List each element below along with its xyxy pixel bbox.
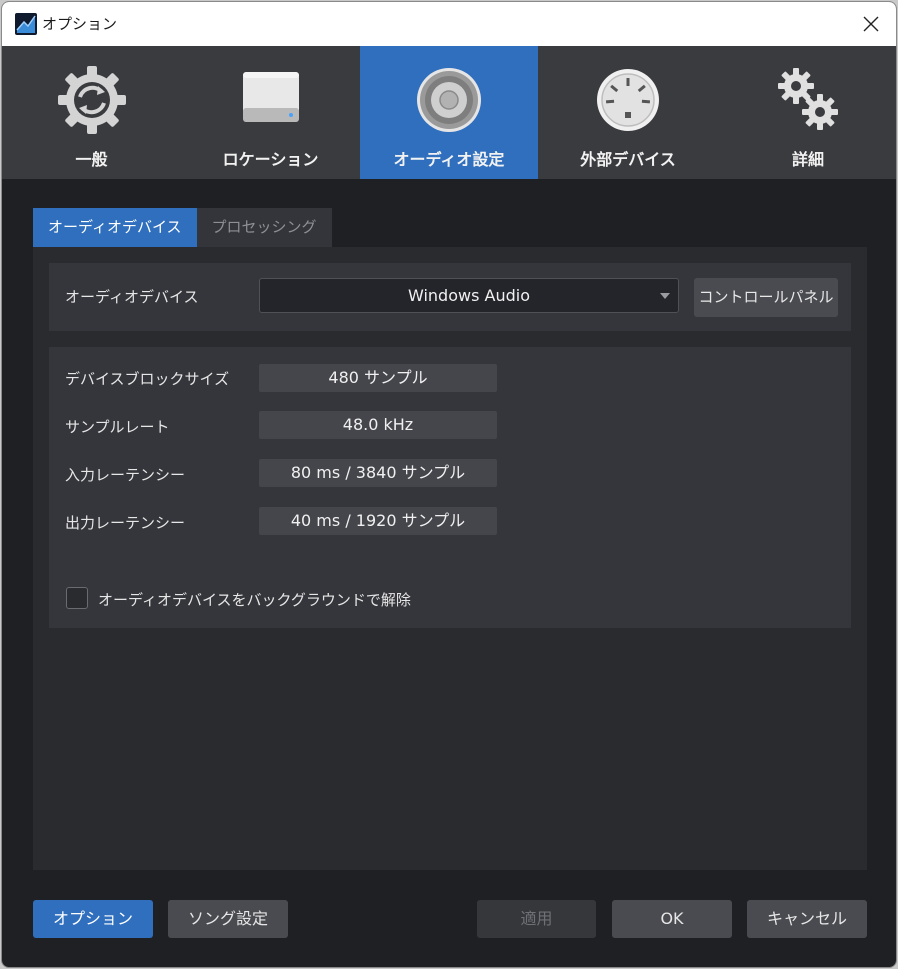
category-label: 一般 [75, 150, 108, 169]
category-advanced[interactable]: 詳細 [718, 46, 896, 179]
category-external-devices[interactable]: 外部デバイス [538, 46, 718, 179]
sample-rate-label: サンプルレート [65, 418, 170, 436]
input-latency-label: 入力レーテンシー [65, 466, 186, 484]
category-label: 詳細 [791, 150, 824, 169]
audio-device-panel: オーディオデバイス Windows Audio コントロールパネル デバイスブロ… [33, 247, 867, 870]
category-label: オーディオ設定 [393, 150, 505, 169]
device-info-group: デバイスブロックサイズ 480 サンプル サンプルレート 48.0 kHz 入力… [49, 347, 851, 628]
app-logo-icon [15, 13, 37, 35]
block-size-label: デバイスブロックサイズ [65, 370, 230, 388]
category-audio-settings[interactable]: オーディオ設定 [360, 46, 538, 179]
cancel-button[interactable]: キャンセル [747, 900, 867, 938]
background-release-checkbox[interactable] [66, 587, 88, 609]
background-release-label: オーディオデバイスをバックグラウンドで解除 [98, 591, 411, 609]
category-label: ロケーション [222, 150, 319, 169]
sync-gear-icon [57, 66, 126, 134]
device-select-group: オーディオデバイス Windows Audio コントロールパネル [49, 263, 851, 331]
input-latency-value: 80 ms / 3840 サンプル [259, 459, 497, 487]
audio-device-label: オーディオデバイス [65, 288, 199, 306]
options-button[interactable]: オプション [33, 900, 153, 938]
close-button[interactable] [854, 8, 888, 40]
category-location[interactable]: ロケーション [181, 46, 360, 179]
subtab-bar: オーディオデバイス プロセッシング [33, 208, 332, 247]
category-general[interactable]: 一般 [2, 46, 181, 179]
category-bar: 一般 ロケーション オーディオ設定 外部デバイス 詳細 [2, 46, 896, 179]
window-title: オプション [42, 15, 118, 33]
options-dialog: オプション 一般 ロケーション オーディオ設定 外部デバイス 詳細 オーディオデ… [1, 1, 897, 968]
dropdown-arrow-icon [660, 293, 670, 299]
output-latency-label: 出力レーテンシー [65, 514, 186, 532]
close-icon [863, 16, 879, 32]
apply-button[interactable]: 適用 [477, 900, 596, 938]
midi-connector-icon [597, 69, 659, 131]
audio-device-value: Windows Audio [408, 286, 530, 305]
block-size-value: 480 サンプル [259, 364, 497, 392]
category-label: 外部デバイス [580, 150, 676, 169]
song-settings-button[interactable]: ソング設定 [168, 900, 288, 938]
control-panel-button[interactable]: コントロールパネル [694, 278, 838, 317]
subtab-processing[interactable]: プロセッシング [196, 208, 332, 247]
audio-device-dropdown[interactable]: Windows Audio [259, 278, 679, 313]
content-area: オーディオデバイス プロセッシング オーディオデバイス Windows Audi… [33, 208, 867, 870]
sample-rate-value: 48.0 kHz [259, 411, 497, 439]
ok-button[interactable]: OK [612, 900, 732, 938]
subtab-audio-device[interactable]: オーディオデバイス [33, 208, 197, 247]
hard-drive-icon [242, 72, 299, 122]
output-latency-value: 40 ms / 1920 サンプル [259, 507, 497, 535]
speaker-icon [417, 68, 481, 132]
title-bar: オプション [2, 2, 896, 46]
gears-icon [778, 68, 838, 130]
